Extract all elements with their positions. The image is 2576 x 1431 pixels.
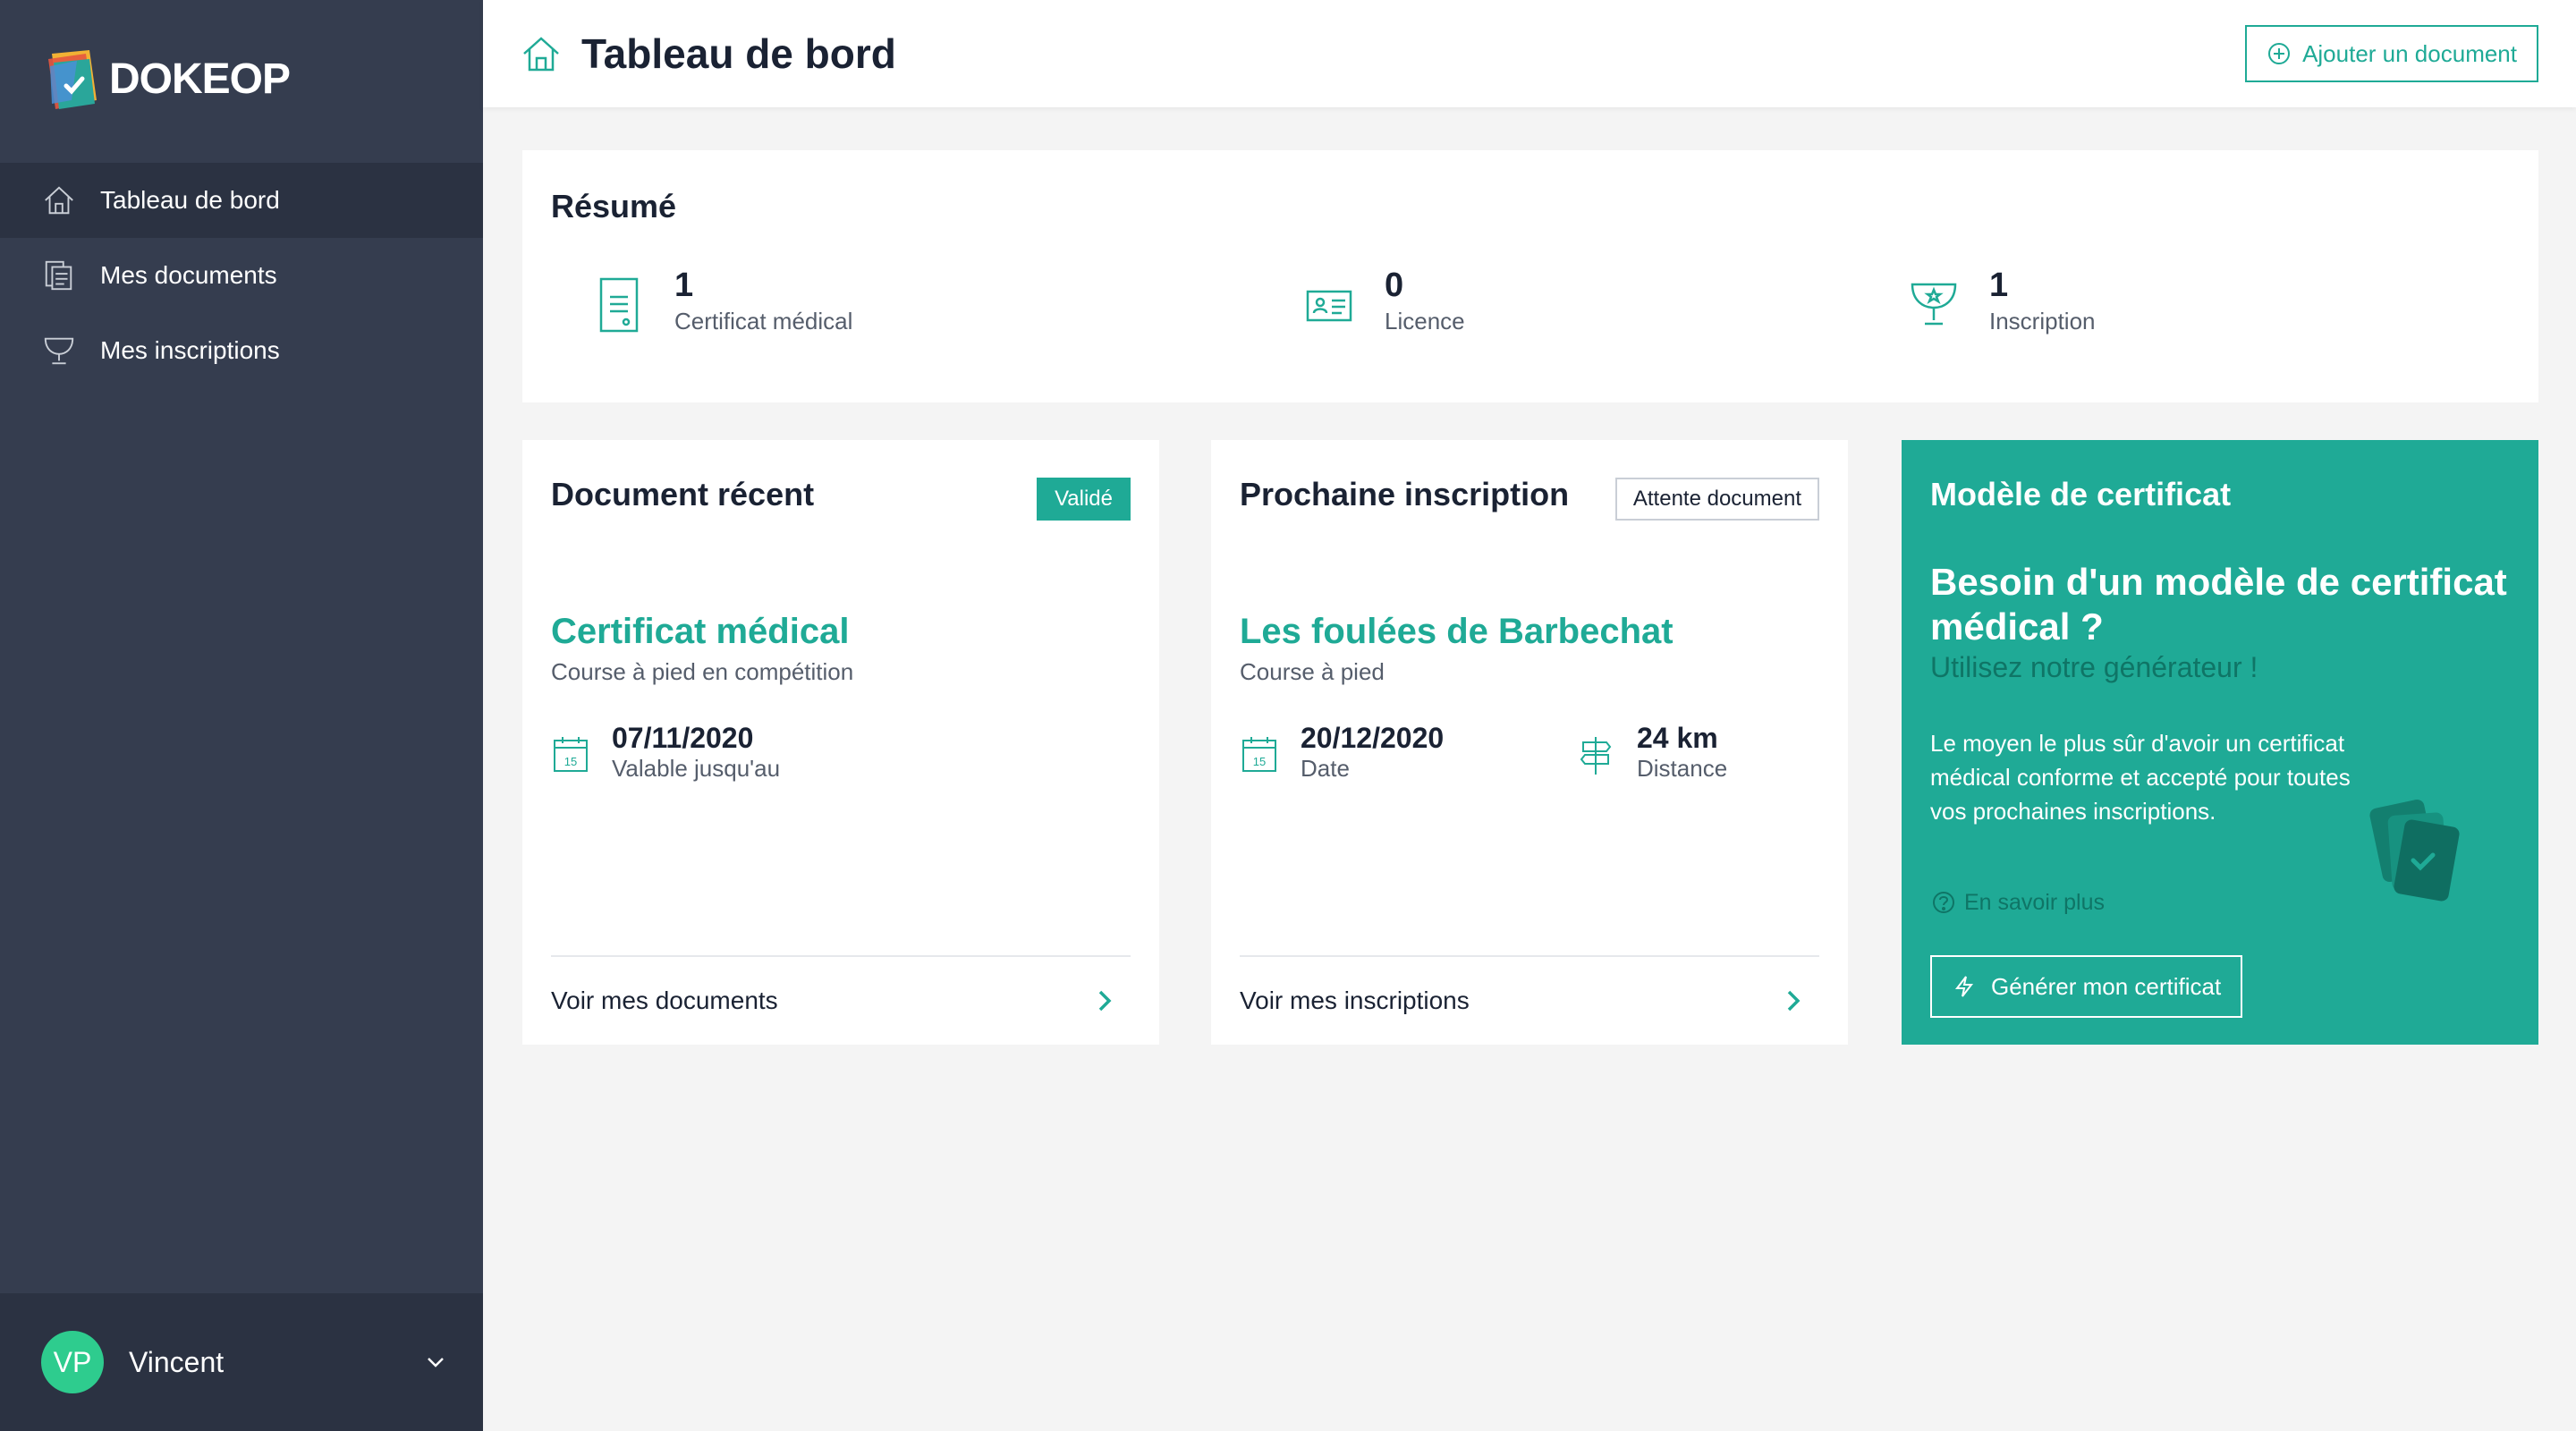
chevron-right-icon bbox=[1098, 990, 1112, 1012]
add-document-button[interactable]: Ajouter un document bbox=[2245, 25, 2538, 82]
stat-inscriptions[interactable]: 1 Inscription bbox=[1907, 265, 2096, 336]
certificate-stack-icon bbox=[2369, 799, 2460, 902]
home-icon bbox=[41, 182, 77, 218]
document-validity: 15 07/11/2020 Valable jusqu'au bbox=[551, 721, 780, 783]
sidebar-item-label: Tableau de bord bbox=[100, 186, 280, 214]
dokeop-logo-icon bbox=[48, 50, 97, 109]
summary-card: Résumé 1 Certificat médical 0 Licence 1 … bbox=[522, 150, 2538, 402]
calendar-day: 15 bbox=[564, 755, 577, 768]
sidebar-item-dashboard[interactable]: Tableau de bord bbox=[0, 163, 483, 238]
calendar-day: 15 bbox=[1253, 755, 1266, 768]
chevron-right-icon bbox=[1787, 990, 1801, 1012]
brand-logo[interactable]: DOKEOP bbox=[45, 47, 291, 111]
sidebar-item-inscriptions[interactable]: Mes inscriptions bbox=[0, 313, 483, 388]
calendar-icon: 15 bbox=[554, 737, 588, 772]
stat-certificates[interactable]: 1 Certificat médical bbox=[592, 265, 852, 336]
event-date-label: Date bbox=[1301, 755, 1350, 782]
recent-document-title: Document récent bbox=[551, 476, 815, 512]
certificate-icon bbox=[599, 277, 639, 333]
page-header: Tableau de bord Ajouter un document bbox=[483, 0, 2576, 107]
user-name: Vincent bbox=[129, 1345, 225, 1378]
document-subtitle: Course à pied en compétition bbox=[551, 658, 854, 685]
generate-certificate-label: Générer mon certificat bbox=[1991, 972, 2222, 1000]
lightning-icon bbox=[1954, 976, 1974, 997]
event-date-value: 20/12/2020 bbox=[1301, 722, 1445, 754]
next-registration-title: Prochaine inscription bbox=[1240, 476, 1570, 512]
user-menu[interactable]: VP Vincent bbox=[0, 1293, 483, 1431]
chevron-down-icon[interactable] bbox=[424, 1351, 447, 1374]
avatar: VP bbox=[41, 1331, 104, 1393]
document-name[interactable]: Certificat médical bbox=[551, 612, 849, 652]
page-title: Tableau de bord bbox=[581, 30, 896, 77]
status-badge: Attente document bbox=[1614, 478, 1819, 521]
help-circle-icon bbox=[1933, 892, 1954, 913]
status-badge: Validé bbox=[1037, 478, 1131, 521]
summary-title: Résumé bbox=[551, 188, 677, 224]
plus-circle-icon bbox=[2268, 43, 2291, 64]
sidebar: DOKEOP Tableau de bord Mes documents Mes… bbox=[0, 0, 483, 1431]
next-registration-card: Prochaine inscription Attente document L… bbox=[1211, 440, 1848, 1045]
event-distance-label: Distance bbox=[1637, 755, 1728, 782]
view-documents-label: Voir mes documents bbox=[551, 986, 778, 1014]
stat-label: Inscription bbox=[1989, 308, 2096, 334]
sidebar-item-label: Mes documents bbox=[100, 261, 277, 289]
stat-value: 1 bbox=[1989, 267, 2009, 304]
view-documents-link[interactable]: Voir mes documents bbox=[551, 955, 1131, 1045]
certificate-model-headline: Besoin d'un modèle de certificat médical… bbox=[1930, 561, 2507, 648]
event-distance: 24 km Distance bbox=[1576, 721, 1727, 783]
validity-label: Valable jusqu'au bbox=[612, 755, 781, 782]
certificate-model-card: Modèle de certificat Besoin d'un modèle … bbox=[1902, 440, 2538, 1045]
stat-label: Certificat médical bbox=[674, 308, 853, 334]
license-card-icon bbox=[1306, 290, 1352, 322]
sidebar-item-documents[interactable]: Mes documents bbox=[0, 238, 483, 313]
view-inscriptions-link[interactable]: Voir mes inscriptions bbox=[1240, 955, 1819, 1045]
event-date: 15 20/12/2020 Date bbox=[1240, 721, 1444, 783]
calendar-icon: 15 bbox=[1242, 737, 1276, 772]
recent-document-card: Document récent Validé Certificat médica… bbox=[522, 440, 1159, 1045]
learn-more-link[interactable]: En savoir plus bbox=[1930, 889, 2105, 916]
documents-icon bbox=[41, 258, 77, 293]
view-inscriptions-label: Voir mes inscriptions bbox=[1240, 986, 1470, 1014]
learn-more-label: En savoir plus bbox=[1964, 889, 2106, 915]
trophy-icon bbox=[41, 333, 77, 368]
trophy-icon bbox=[1911, 283, 1957, 326]
stat-value: 0 bbox=[1385, 267, 1404, 304]
signpost-icon bbox=[1580, 737, 1612, 775]
stat-label: Licence bbox=[1385, 308, 1465, 334]
certificate-model-subline: Utilisez notre générateur ! bbox=[1930, 651, 2258, 683]
stat-licenses[interactable]: 0 Licence bbox=[1302, 265, 1465, 336]
home-icon bbox=[523, 37, 559, 72]
certificate-model-title: Modèle de certificat bbox=[1930, 476, 2232, 512]
sidebar-nav: Tableau de bord Mes documents Mes inscri… bbox=[0, 163, 483, 388]
event-name[interactable]: Les foulées de Barbechat bbox=[1240, 612, 1674, 652]
validity-date: 07/11/2020 bbox=[612, 722, 754, 754]
sidebar-item-label: Mes inscriptions bbox=[100, 336, 280, 364]
generate-certificate-button[interactable]: Générer mon certificat bbox=[1930, 955, 2243, 1018]
event-distance-value: 24 km bbox=[1637, 722, 1718, 754]
brand-name: DOKEOP bbox=[109, 55, 291, 103]
add-document-label: Ajouter un document bbox=[2302, 39, 2517, 67]
certificate-model-description: Le moyen le plus sûr d'avoir un certific… bbox=[1930, 730, 2351, 825]
stat-value: 1 bbox=[674, 267, 694, 304]
event-subtitle: Course à pied bbox=[1240, 658, 1385, 685]
